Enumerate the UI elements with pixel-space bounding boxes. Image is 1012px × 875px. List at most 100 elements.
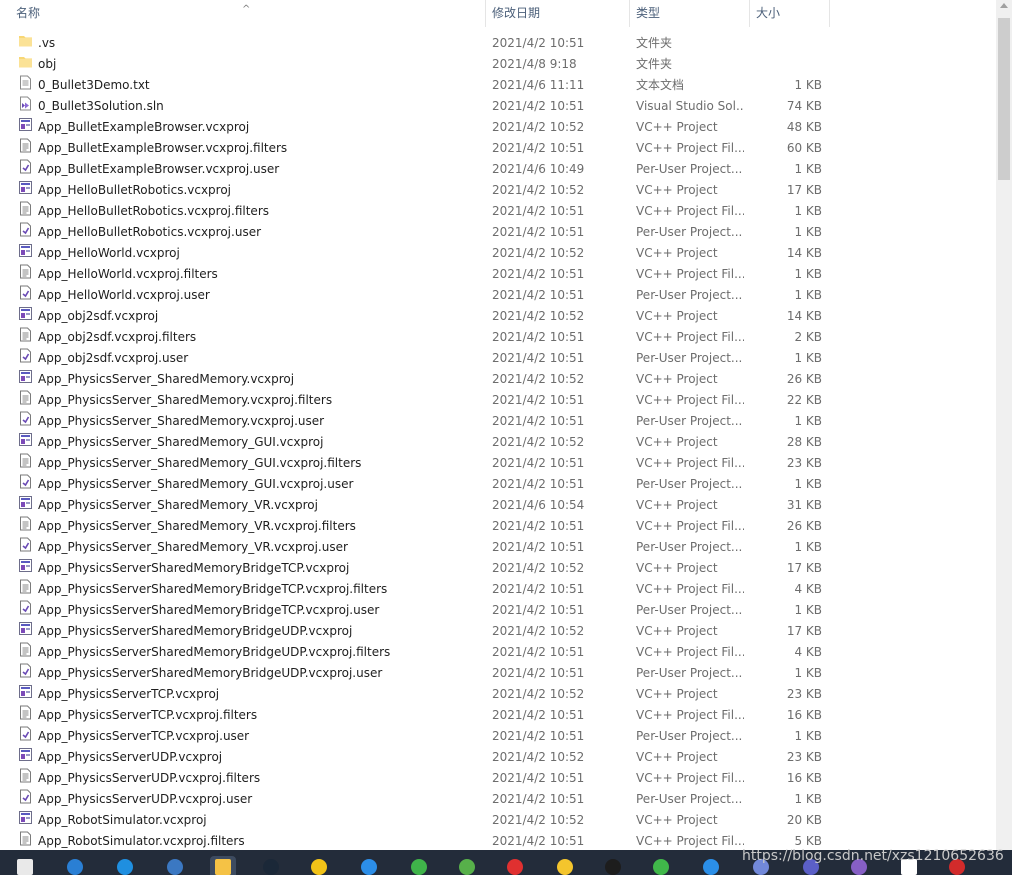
file-row[interactable]: App_HelloWorld.vcxproj.user 2021/4/2 10:5… — [0, 285, 996, 306]
file-date: 2021/4/2 10:51 — [492, 393, 585, 407]
file-size: 1 KB — [794, 204, 822, 218]
file-type: Per-User Project... — [636, 351, 743, 365]
file-name: App_obj2sdf.vcxproj — [38, 309, 159, 323]
file-row[interactable]: App_PhysicsServer_SharedMemory_GUI.vcxpr… — [0, 432, 996, 453]
filters-file-icon — [18, 390, 33, 405]
file-row[interactable]: 0_Bullet3Demo.txt 2021/4/6 11:11 文本文档 1 KB — [0, 75, 996, 96]
file-name: App_RobotSimulator.vcxproj.filters — [38, 834, 245, 848]
taskbar-security-icon[interactable] — [454, 856, 480, 875]
file-type: Per-User Project... — [636, 162, 743, 176]
file-row[interactable]: App_obj2sdf.vcxproj.filters 2021/4/2 10:5… — [0, 327, 996, 348]
taskbar-file-explorer-icon[interactable] — [210, 856, 236, 875]
taskbar-plus-icon[interactable] — [406, 856, 432, 875]
file-row[interactable]: App_PhysicsServerUDP.vcxproj.filters 2021… — [0, 768, 996, 789]
file-row[interactable]: App_PhysicsServer_SharedMemory_GUI.vcxpr… — [0, 474, 996, 495]
netease-music-icon-glyph — [507, 859, 523, 875]
file-row[interactable]: App_PhysicsServerSharedMemoryBridgeUDP.v… — [0, 663, 996, 684]
taskbar-game-icon[interactable] — [306, 856, 332, 875]
filters-file-icon — [18, 705, 33, 720]
taskbar-uplay-icon[interactable] — [356, 856, 382, 875]
file-name: App_PhysicsServerUDP.vcxproj — [38, 750, 223, 764]
file-row[interactable]: App_HelloWorld.vcxproj 2021/4/2 10:52 VC++… — [0, 243, 996, 264]
file-type: VC++ Project — [636, 498, 718, 512]
file-row[interactable]: App_HelloBulletRobotics.vcxproj 2021/4/2 … — [0, 180, 996, 201]
file-row[interactable]: App_HelloWorld.vcxproj.filters 2021/4/2 1… — [0, 264, 996, 285]
taskbar-app-icon[interactable] — [62, 856, 88, 875]
file-row[interactable]: obj 2021/4/8 9:18 文件夹 — [0, 54, 996, 75]
file-row[interactable]: App_BulletExampleBrowser.vcxproj.user 202… — [0, 159, 996, 180]
taskbar-mail-icon[interactable] — [112, 856, 138, 875]
user-file-icon — [18, 159, 33, 174]
file-name: App_PhysicsServerSharedMemoryBridgeTCP.v… — [38, 561, 350, 575]
taskbar-star-app-icon[interactable] — [698, 856, 724, 875]
taskbar-yellow-app-icon[interactable] — [552, 856, 578, 875]
scroll-up-arrow-icon[interactable] — [1000, 3, 1008, 8]
file-type: VC++ Project Fil... — [636, 393, 744, 407]
file-row[interactable]: App_PhysicsServerTCP.vcxproj.filters 2021… — [0, 705, 996, 726]
file-row[interactable]: App_PhysicsServerUDP.vcxproj 2021/4/2 10:… — [0, 747, 996, 768]
file-name: .vs — [38, 36, 56, 50]
file-name: App_PhysicsServerTCP.vcxproj.user — [38, 729, 250, 743]
file-size: 1 KB — [794, 267, 822, 281]
vcxproj-file-icon — [18, 180, 33, 195]
file-size: 22 KB — [786, 393, 822, 407]
file-size: 1 KB — [794, 225, 822, 239]
file-size: 1 KB — [794, 351, 822, 365]
vcxproj-file-icon — [18, 684, 33, 699]
file-row[interactable]: App_PhysicsServer_SharedMemory_VR.vcxpro… — [0, 537, 996, 558]
taskbar-wechat-icon[interactable] — [648, 856, 674, 875]
file-size: 23 KB — [786, 456, 822, 470]
file-row[interactable]: App_RobotSimulator.vcxproj 2021/4/2 10:52… — [0, 810, 996, 831]
file-row[interactable]: App_obj2sdf.vcxproj 2021/4/2 10:52 VC++ Pr… — [0, 306, 996, 327]
file-row[interactable]: App_PhysicsServer_SharedMemory_VR.vcxpro… — [0, 495, 996, 516]
file-name: 0_Bullet3Solution.sln — [38, 99, 164, 113]
file-row[interactable]: App_PhysicsServerSharedMemoryBridgeTCP.v… — [0, 558, 996, 579]
file-row[interactable]: App_PhysicsServer_SharedMemory_VR.vcxpro… — [0, 516, 996, 537]
file-size: 26 KB — [786, 372, 822, 386]
file-type: VC++ Project — [636, 372, 718, 386]
file-row[interactable]: App_PhysicsServerSharedMemoryBridgeTCP.v… — [0, 579, 996, 600]
file-row[interactable]: App_PhysicsServer_SharedMemory_GUI.vcxpr… — [0, 453, 996, 474]
taskbar-network-icon[interactable] — [162, 856, 188, 875]
column-header-type[interactable]: 类型 — [630, 0, 750, 27]
file-row[interactable]: App_PhysicsServer_SharedMemory.vcxproj.u… — [0, 411, 996, 432]
file-row[interactable]: .vs 2021/4/2 10:51 文件夹 — [0, 33, 996, 54]
file-row[interactable]: App_PhysicsServerSharedMemoryBridgeUDP.v… — [0, 642, 996, 663]
file-row[interactable]: App_HelloBulletRobotics.vcxproj.user 2021… — [0, 222, 996, 243]
user-file-icon — [18, 348, 33, 363]
file-name: obj — [38, 57, 57, 71]
file-row[interactable]: App_PhysicsServer_SharedMemory.vcxproj 20… — [0, 369, 996, 390]
file-row[interactable]: App_obj2sdf.vcxproj.user 2021/4/2 10:51 Pe… — [0, 348, 996, 369]
folder-icon — [18, 33, 33, 48]
taskbar-store-icon[interactable] — [12, 856, 38, 875]
file-row[interactable]: App_BulletExampleBrowser.vcxproj 2021/4/2… — [0, 117, 996, 138]
file-row[interactable]: App_HelloBulletRobotics.vcxproj.filters 2… — [0, 201, 996, 222]
file-date: 2021/4/2 10:52 — [492, 687, 585, 701]
file-row[interactable]: App_PhysicsServerSharedMemoryBridgeTCP.v… — [0, 600, 996, 621]
column-header-date[interactable]: 修改日期 — [486, 0, 630, 27]
taskbar-steam-icon[interactable] — [258, 856, 284, 875]
file-row[interactable]: 0_Bullet3Solution.sln 2021/4/2 10:51 Visua… — [0, 96, 996, 117]
file-row[interactable]: App_BulletExampleBrowser.vcxproj.filters… — [0, 138, 996, 159]
file-name: App_PhysicsServer_SharedMemory_VR.vcxpro… — [38, 498, 318, 512]
file-date: 2021/4/2 10:51 — [492, 414, 585, 428]
file-name: App_PhysicsServer_SharedMemory_VR.vcxpro… — [38, 519, 356, 533]
file-date: 2021/4/2 10:51 — [492, 666, 585, 680]
file-size: 14 KB — [786, 246, 822, 260]
file-size: 16 KB — [786, 771, 822, 785]
vcxproj-file-icon — [18, 810, 33, 825]
file-size: 1 KB — [794, 414, 822, 428]
file-name: App_PhysicsServer_SharedMemory.vcxproj — [38, 372, 295, 386]
column-header-name[interactable]: ^ 名称 — [0, 0, 486, 27]
taskbar-qq-icon[interactable] — [600, 856, 626, 875]
file-row[interactable]: App_PhysicsServerTCP.vcxproj 2021/4/2 10:… — [0, 684, 996, 705]
taskbar-netease-music-icon[interactable] — [502, 856, 528, 875]
file-date: 2021/4/2 10:51 — [492, 519, 585, 533]
file-row[interactable]: App_PhysicsServerSharedMemoryBridgeUDP.v… — [0, 621, 996, 642]
vertical-scrollbar[interactable] — [996, 0, 1012, 850]
file-row[interactable]: App_PhysicsServer_SharedMemory.vcxproj.f… — [0, 390, 996, 411]
column-header-size[interactable]: 大小 — [750, 0, 830, 27]
scrollbar-thumb[interactable] — [998, 18, 1010, 180]
file-row[interactable]: App_PhysicsServerTCP.vcxproj.user 2021/4/… — [0, 726, 996, 747]
file-row[interactable]: App_PhysicsServerUDP.vcxproj.user 2021/4/… — [0, 789, 996, 810]
